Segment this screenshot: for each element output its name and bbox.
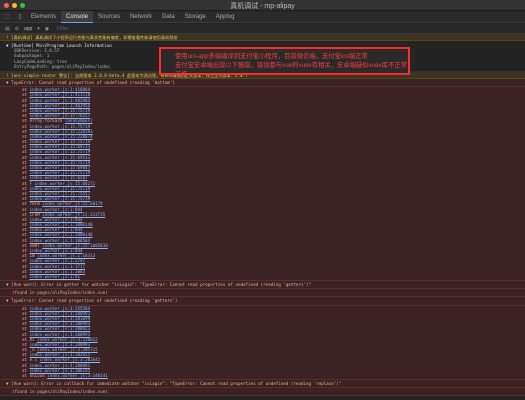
window-titlebar: 真机调试 - mp-alipay bbox=[0, 0, 525, 11]
stack-trace-1: at index.worker.js:1:410884 at index.work… bbox=[0, 87, 525, 282]
stack-frame-link[interactable]: index.worker.js:1:91 bbox=[30, 274, 80, 279]
tab-data[interactable]: Data bbox=[157, 11, 180, 23]
console-output[interactable]: ! [真机调试] 真机调试下小程序运行性能与真实性能有偏差，如需查看性能请使用真… bbox=[0, 34, 525, 400]
devtools-tabbar: ⬚ ▯ Elements Console Sources Network Dat… bbox=[0, 10, 525, 23]
stack-frame-caller: at bbox=[22, 273, 30, 279]
context-select[interactable]: app bbox=[24, 26, 32, 32]
stack-frame-caller: at onLoad bbox=[22, 373, 45, 378]
found-in-row: (found in pages/aliPayIndex/index.vue) bbox=[0, 388, 525, 397]
error-row-bottom[interactable]: ▼ TypeError: Cannot read properties of u… bbox=[0, 79, 525, 88]
vue-warn-row-callback[interactable]: ▼ [Vue warn]: Error in callback for imme… bbox=[0, 380, 525, 389]
device-icon[interactable]: ▯ bbox=[16, 13, 24, 21]
annotation-callout: 使用uni-app多端编译到支付宝小程序，目前微信端，支付宝ios端正常 支付宝… bbox=[159, 47, 410, 78]
tab-applog[interactable]: Applog bbox=[211, 11, 240, 23]
tab-network[interactable]: Network bbox=[125, 11, 157, 23]
stack-frame-link[interactable]: index.worker.js:3:140141 bbox=[47, 373, 108, 378]
annotation-line: 使用uni-app多端编译到支付宝小程序，目前微信端，支付宝ios端正常 bbox=[175, 53, 368, 60]
vue-warn-row-getter[interactable]: ▼ [Vue warn]: Error in getter for watche… bbox=[0, 281, 525, 290]
clear-console-icon[interactable]: ⊘ bbox=[15, 26, 19, 32]
tab-sources[interactable]: Sources bbox=[93, 11, 125, 23]
stack-frame: at onLoad index.worker.js:3:140141 bbox=[22, 373, 522, 378]
tab-storage[interactable]: Storage bbox=[180, 11, 211, 23]
filter-input[interactable]: Filter bbox=[57, 26, 68, 32]
eye-icon[interactable]: ◉ bbox=[45, 26, 49, 32]
found-in-row: (found in pages/aliPayIndex/index.vue) bbox=[0, 289, 525, 298]
console-filter-bar: ▤ ⊘ app ▾ ◉ Filter bbox=[0, 24, 525, 34]
window-title: 真机调试 - mp-alipay bbox=[230, 3, 295, 10]
chevron-down-icon[interactable]: ▾ bbox=[37, 26, 40, 32]
sidebar-toggle-icon[interactable]: ▤ bbox=[5, 26, 10, 32]
stack-frame: at index.worker.js:1:91 bbox=[22, 274, 522, 279]
inspect-icon[interactable]: ⬚ bbox=[3, 13, 11, 21]
stack-trace-2: at index.worker.js:3:255584 at index.work… bbox=[0, 305, 525, 381]
error-row-getters[interactable]: ▼ TypeError: Cannot read properties of u… bbox=[0, 297, 525, 306]
tab-console[interactable]: Console bbox=[61, 10, 94, 23]
tab-elements[interactable]: Elements bbox=[26, 11, 61, 23]
annotation-line: 支付宝安卓端出现以下报错，错误都与vue的vuex有相关，安卓端疑似vuex库不… bbox=[175, 62, 407, 78]
info-warning-row: ! [真机调试] 真机调试下小程序运行性能与真实性能有偏差，如需查看性能请使用真… bbox=[0, 34, 525, 41]
